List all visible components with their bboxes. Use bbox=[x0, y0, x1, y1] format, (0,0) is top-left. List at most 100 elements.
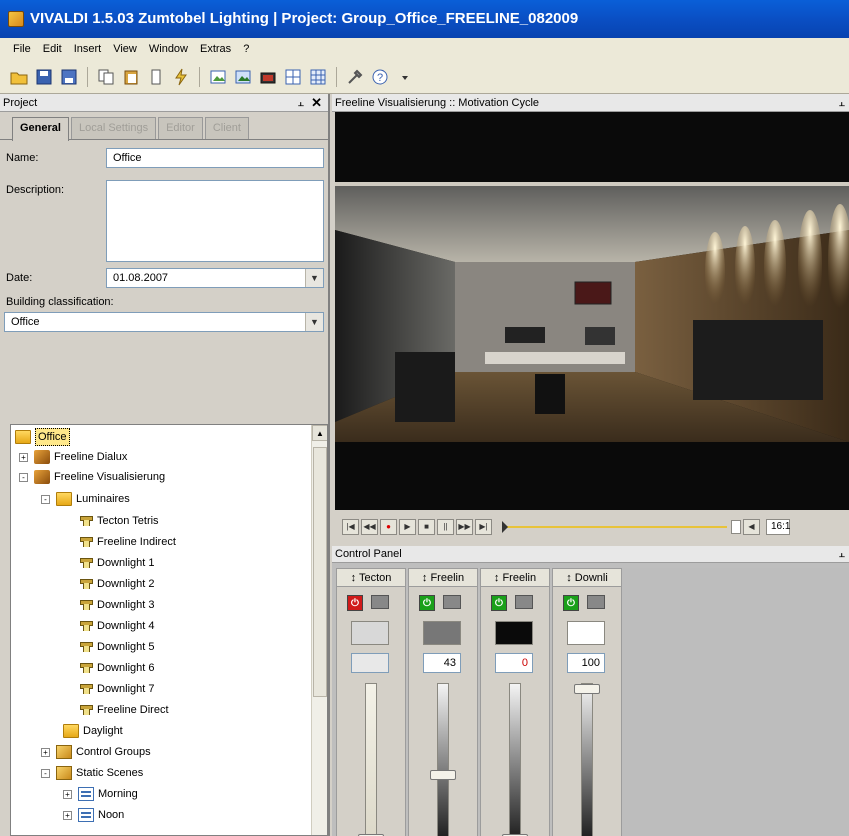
menu-edit[interactable]: Edit bbox=[38, 38, 67, 60]
tree-item[interactable]: + Control Groups bbox=[41, 742, 151, 762]
render-view[interactable] bbox=[335, 112, 849, 510]
power-icon[interactable]: ⏻ bbox=[419, 595, 435, 611]
mute-button[interactable] bbox=[443, 595, 461, 609]
channel-name[interactable]: ↕ Freelin bbox=[481, 569, 549, 587]
mute-button[interactable] bbox=[515, 595, 533, 609]
skip-start-button[interactable]: |◀ bbox=[342, 519, 359, 535]
control-panel-title: Control Panel bbox=[335, 548, 402, 560]
tree-item[interactable]: Downlight 3 bbox=[79, 595, 154, 615]
grid-alt-icon[interactable] bbox=[307, 66, 329, 88]
record-button[interactable]: ● bbox=[380, 519, 397, 535]
level-slider[interactable] bbox=[358, 683, 384, 836]
grid-icon[interactable] bbox=[282, 66, 304, 88]
image-icon[interactable] bbox=[207, 66, 229, 88]
tree-item[interactable]: - Luminaires bbox=[41, 489, 130, 509]
close-icon[interactable]: ✕ bbox=[311, 94, 322, 112]
timeline-slider[interactable] bbox=[502, 519, 727, 535]
tab-local-settings[interactable]: Local Settings bbox=[70, 117, 157, 139]
play-button[interactable]: ▶ bbox=[399, 519, 416, 535]
menu-window[interactable]: Window bbox=[144, 38, 193, 60]
pause-button[interactable]: || bbox=[437, 519, 454, 535]
tree-item[interactable]: - Static Scenes bbox=[41, 763, 143, 783]
building-select[interactable]: Office ▼ bbox=[4, 312, 324, 332]
tree-item[interactable]: Downlight 1 bbox=[79, 553, 154, 573]
level-slider[interactable] bbox=[502, 683, 528, 836]
stop-button[interactable]: ■ bbox=[418, 519, 435, 535]
tree-item[interactable]: + Noon bbox=[63, 805, 124, 825]
save-icon[interactable] bbox=[33, 66, 55, 88]
tree-item[interactable]: Freeline Indirect bbox=[79, 532, 176, 552]
tree-item[interactable]: Downlight 7 bbox=[79, 679, 154, 699]
menu-view[interactable]: View bbox=[108, 38, 142, 60]
slider-knob[interactable] bbox=[574, 684, 600, 694]
date-picker[interactable]: 01.08.2007 ▼ bbox=[106, 268, 324, 288]
dropdown-icon[interactable] bbox=[394, 66, 416, 88]
collapse-icon[interactable]: - bbox=[19, 472, 28, 482]
expand-icon[interactable]: + bbox=[63, 789, 72, 799]
page-icon[interactable] bbox=[145, 66, 167, 88]
save-as-icon[interactable] bbox=[58, 66, 80, 88]
chevron-down-icon[interactable]: ▼ bbox=[305, 313, 323, 331]
power-icon[interactable]: ⏻ bbox=[347, 595, 363, 611]
tree-root[interactable]: Office bbox=[15, 427, 70, 447]
scroll-up-icon[interactable]: ▲ bbox=[312, 425, 327, 441]
open-folder-icon[interactable] bbox=[8, 66, 30, 88]
tree-item[interactable]: Tecton Tetris bbox=[79, 511, 159, 531]
pin-icon[interactable]: ⫠ bbox=[838, 94, 845, 112]
tools-icon[interactable] bbox=[344, 66, 366, 88]
collapse-icon[interactable]: - bbox=[41, 494, 50, 504]
tree-item[interactable]: Freeline Direct bbox=[79, 700, 169, 720]
tree-item[interactable]: + Morning bbox=[63, 784, 138, 804]
chevron-down-icon[interactable]: ▼ bbox=[305, 269, 323, 287]
help-icon[interactable]: ? bbox=[369, 66, 391, 88]
tab-editor[interactable]: Editor bbox=[158, 117, 203, 139]
level-slider[interactable] bbox=[430, 683, 456, 836]
level-slider[interactable] bbox=[574, 683, 600, 836]
menu-help[interactable]: ? bbox=[238, 38, 254, 60]
power-icon[interactable]: ⏻ bbox=[491, 595, 507, 611]
expand-icon[interactable]: + bbox=[19, 452, 28, 462]
menu-file[interactable]: File bbox=[8, 38, 36, 60]
skip-end-button[interactable]: ▶| bbox=[475, 519, 492, 535]
fast-forward-button[interactable]: ▶▶ bbox=[456, 519, 473, 535]
collapse-icon[interactable]: - bbox=[41, 768, 50, 778]
tree-item[interactable]: Downlight 5 bbox=[79, 637, 154, 657]
menu-insert[interactable]: Insert bbox=[69, 38, 107, 60]
level-input[interactable]: 0 bbox=[495, 653, 533, 673]
mute-button[interactable] bbox=[587, 595, 605, 609]
tree-item[interactable]: Downlight 4 bbox=[79, 616, 154, 636]
pin-icon[interactable]: ⫠ bbox=[838, 546, 845, 563]
lightning-icon[interactable] bbox=[170, 66, 192, 88]
description-field[interactable] bbox=[106, 180, 324, 262]
power-icon[interactable]: ⏻ bbox=[563, 595, 579, 611]
level-input[interactable]: 43 bbox=[423, 653, 461, 673]
pin-icon[interactable]: ⫠ bbox=[297, 94, 304, 112]
tree-item[interactable]: Daylight bbox=[63, 721, 123, 741]
tree-item[interactable]: Downlight 6 bbox=[79, 658, 154, 678]
image-alt-icon[interactable] bbox=[232, 66, 254, 88]
paste-icon[interactable] bbox=[120, 66, 142, 88]
tree-item[interactable]: + Freeline Dialux bbox=[19, 447, 127, 467]
channel-name[interactable]: ↕ Downli bbox=[553, 569, 621, 587]
tree-item[interactable]: - Freeline Visualisierung bbox=[19, 467, 165, 487]
level-input[interactable] bbox=[351, 653, 389, 673]
menu-extras[interactable]: Extras bbox=[195, 38, 236, 60]
tree-scrollbar[interactable]: ▲ bbox=[311, 425, 327, 835]
tab-general[interactable]: General bbox=[12, 117, 69, 141]
speed-button[interactable]: ◀ bbox=[743, 519, 760, 535]
level-input[interactable]: 100 bbox=[567, 653, 605, 673]
timeline-knob[interactable] bbox=[502, 521, 508, 533]
render-icon[interactable] bbox=[257, 66, 279, 88]
channel-name[interactable]: ↕ Tecton bbox=[337, 569, 405, 587]
scroll-thumb[interactable] bbox=[313, 447, 327, 697]
tab-client[interactable]: Client bbox=[204, 117, 249, 139]
slider-knob[interactable] bbox=[430, 770, 456, 780]
mute-button[interactable] bbox=[371, 595, 389, 609]
expand-icon[interactable]: + bbox=[63, 810, 72, 820]
rewind-button[interactable]: ◀◀ bbox=[361, 519, 378, 535]
expand-icon[interactable]: + bbox=[41, 747, 50, 757]
name-field[interactable]: Office bbox=[106, 148, 324, 168]
tree-item[interactable]: Downlight 2 bbox=[79, 574, 154, 594]
channel-name[interactable]: ↕ Freelin bbox=[409, 569, 477, 587]
copy-icon[interactable] bbox=[95, 66, 117, 88]
